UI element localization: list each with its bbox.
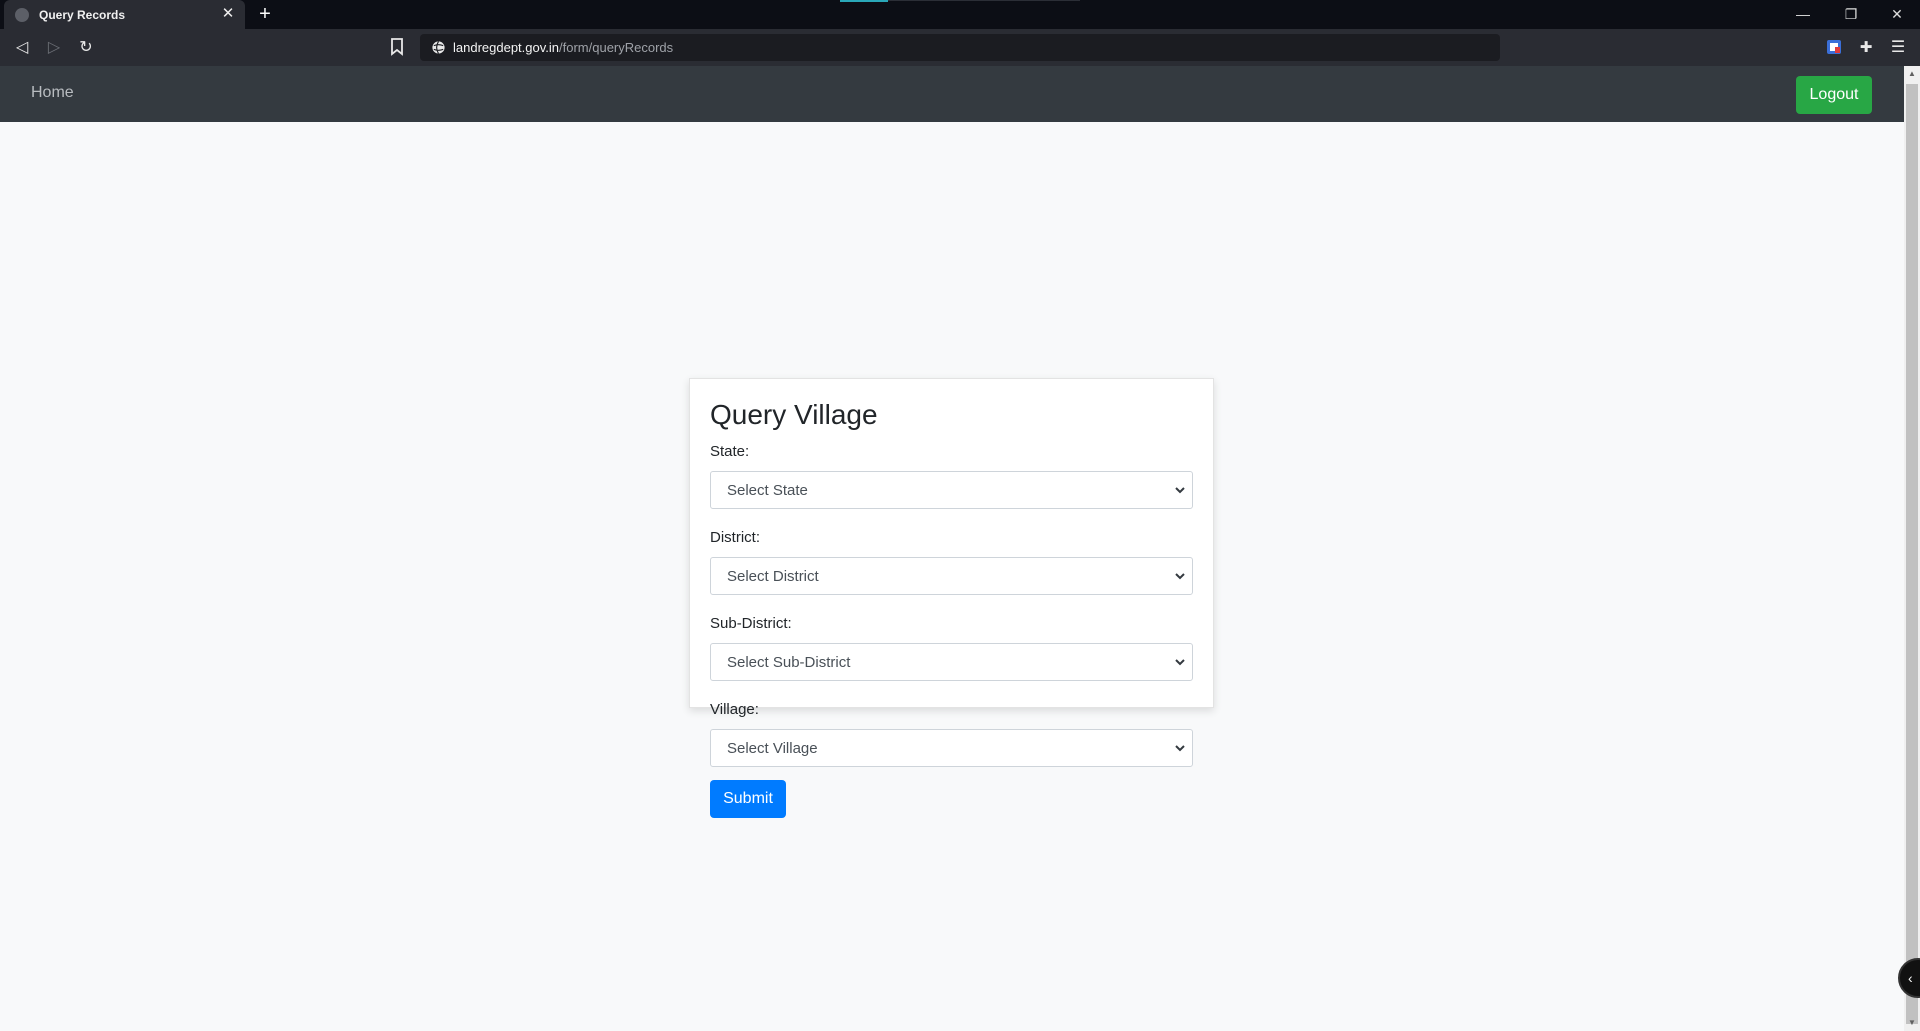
scroll-thumb[interactable] [1906,84,1918,1024]
browser-window: Query Records ✕ + — ❐ ✕ ◁ ▷ ↻ landregdep… [0,0,1920,1031]
chevron-down-icon [1175,487,1185,494]
site-info-icon[interactable] [431,40,446,55]
district-label: District: [710,529,760,546]
sub-district-select-value: Select Sub-District [727,654,851,671]
browser-toolbar: ◁ ▷ ↻ landregdept.gov.in/form/queryRecor… [0,29,1920,66]
browser-tab[interactable]: Query Records ✕ [4,0,245,29]
chevron-down-icon [1175,573,1185,580]
state-select[interactable]: Select State [710,471,1193,509]
bookmark-icon[interactable] [390,38,404,56]
scroll-down-arrow-icon[interactable]: ▼ [1904,1015,1920,1031]
chevron-down-icon [1175,745,1185,752]
back-button[interactable]: ◁ [11,37,33,59]
url-host: landregdept.gov.in [453,40,560,55]
forward-button[interactable]: ▷ [43,37,65,59]
chevron-down-icon [1175,659,1185,666]
sub-district-select[interactable]: Select Sub-District [710,643,1193,681]
site-navbar: Home Logout [0,66,1904,122]
url-text[interactable]: landregdept.gov.in/form/queryRecords [453,40,673,55]
district-select[interactable]: Select District [710,557,1193,595]
sub-district-label: Sub-District: [710,615,792,632]
village-label: Village: [710,701,759,718]
close-window-button[interactable]: ✕ [1886,4,1908,24]
url-path: /form/queryRecords [559,40,674,55]
form-title: Query Village [710,399,878,430]
state-label: State: [710,443,750,460]
village-select[interactable]: Select Village [710,729,1193,767]
web-page: Home Logout Query Village State: Select … [0,66,1904,1031]
new-tab-button[interactable]: + [254,4,276,26]
extensions-puzzle-icon[interactable]: ✚ [1855,37,1877,59]
logout-button[interactable]: Logout [1796,76,1872,114]
scroll-up-arrow-icon[interactable]: ▲ [1904,66,1920,82]
district-select-value: Select District [727,568,819,585]
tab-strip: Query Records ✕ + — ❐ ✕ [0,0,1920,29]
state-select-value: Select State [727,482,808,499]
submit-button[interactable]: Submit [710,780,786,818]
close-tab-icon[interactable]: ✕ [219,5,237,23]
shield-extension-icon[interactable] [1826,39,1842,55]
globe-icon [15,8,29,22]
menu-icon[interactable]: ☰ [1887,37,1909,59]
nav-home-link[interactable]: Home [31,84,74,102]
page-scrollbar[interactable]: ▲ ▼ [1904,66,1920,1031]
village-select-value: Select Village [727,740,818,757]
query-village-card: Query Village State: Select State Distri… [689,378,1214,818]
tab-loading-indicator [840,0,888,2]
reload-button[interactable]: ↻ [75,37,97,59]
tab-divider [888,0,1080,1]
tab-title: Query Records [39,8,126,22]
minimize-button[interactable]: — [1792,4,1814,24]
restore-button[interactable]: ❐ [1840,4,1862,24]
address-bar[interactable]: landregdept.gov.in/form/queryRecords [420,34,1500,61]
